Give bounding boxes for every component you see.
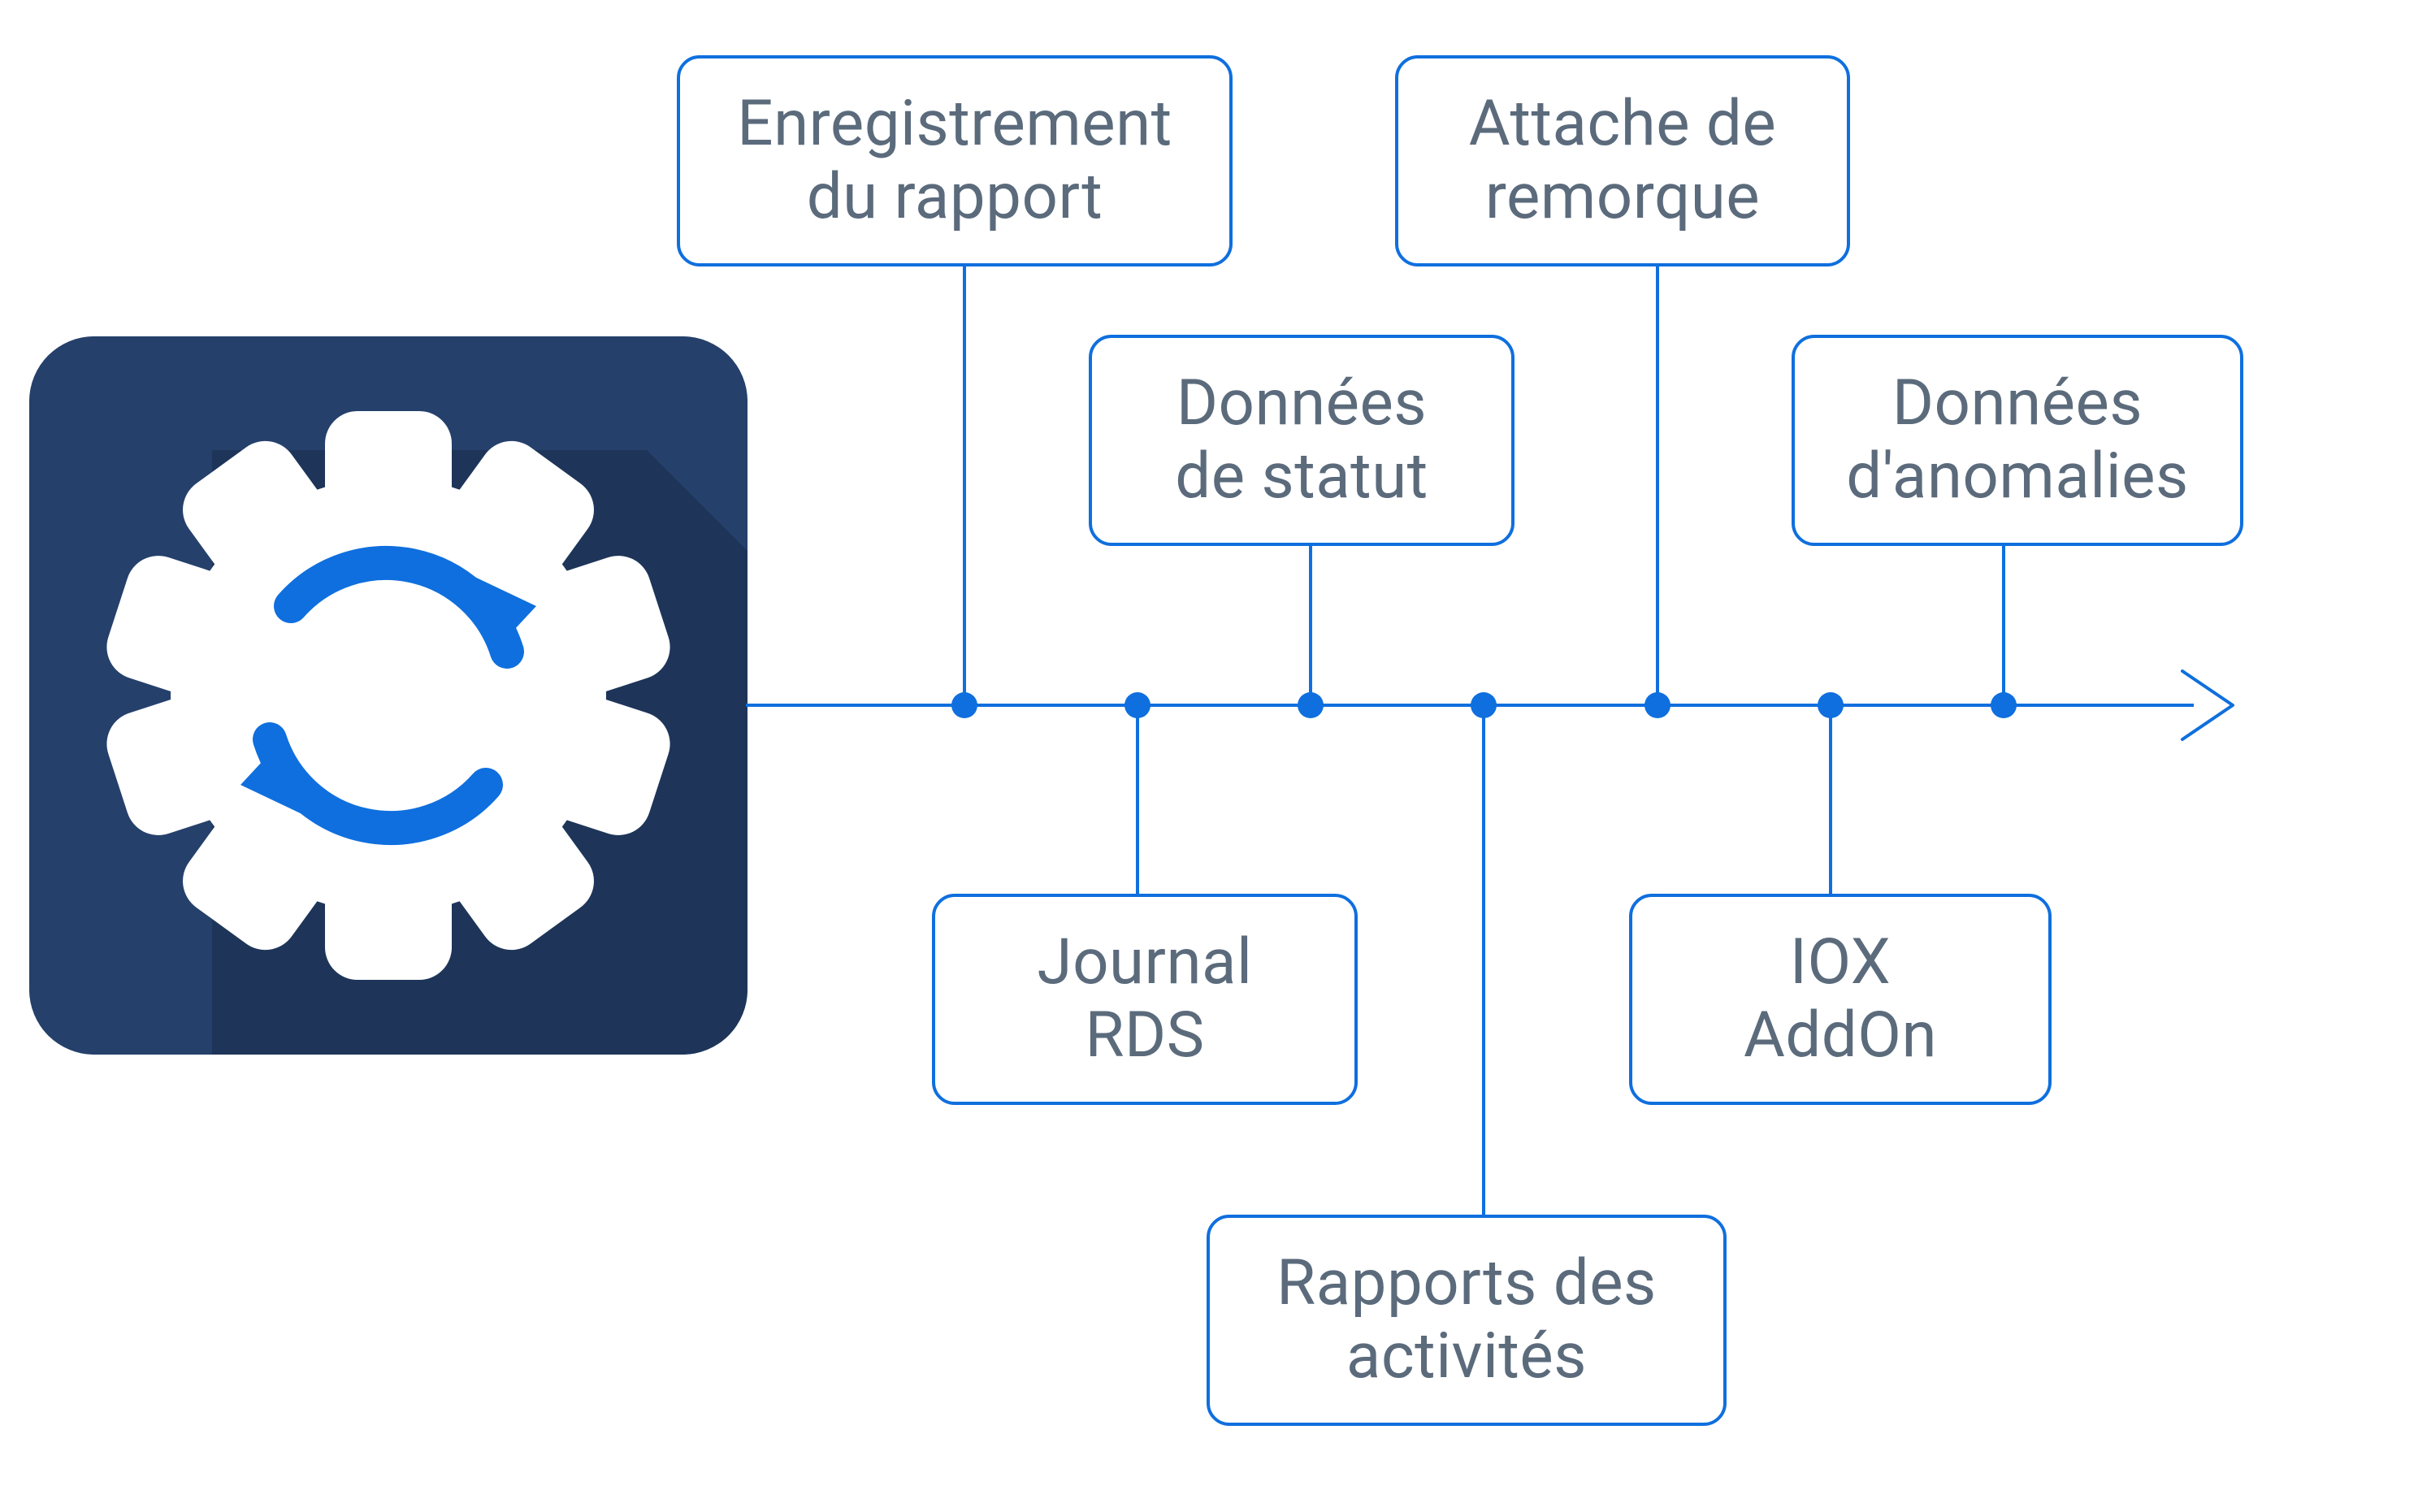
node-status-data: Données de statut — [1089, 335, 1514, 546]
node-activity-reports: Rapports des activités — [1207, 1215, 1727, 1426]
axis-arrowhead-icon — [2176, 665, 2246, 746]
node-label: Enregistrement du rapport — [737, 88, 1172, 233]
node-label: Données de statut — [1175, 367, 1428, 513]
node-trailer-attach: Attache de remorque — [1395, 55, 1850, 266]
connector — [1136, 705, 1139, 894]
update-gear-tile — [29, 336, 748, 1055]
connector — [1829, 705, 1832, 894]
node-iox-addon: IOX AddOn — [1629, 894, 2052, 1105]
node-anomaly-data: Données d'anomalies — [1792, 335, 2243, 546]
connector — [1656, 266, 1659, 705]
gear-icon — [29, 336, 748, 1055]
node-label: IOX AddOn — [1744, 926, 1937, 1072]
node-rds-journal: Journal RDS — [932, 894, 1358, 1105]
node-label: Rapports des activités — [1276, 1247, 1657, 1393]
node-label: Attache de remorque — [1469, 88, 1777, 233]
connector — [1309, 546, 1312, 705]
node-label: Données d'anomalies — [1846, 367, 2189, 513]
node-label: Journal RDS — [1038, 926, 1253, 1072]
connector — [2002, 546, 2005, 705]
connector — [963, 266, 966, 705]
connector — [1482, 705, 1485, 1215]
node-report-record: Enregistrement du rapport — [677, 55, 1233, 266]
diagram-stage: Enregistrement du rapport Données de sta… — [0, 0, 2431, 1512]
